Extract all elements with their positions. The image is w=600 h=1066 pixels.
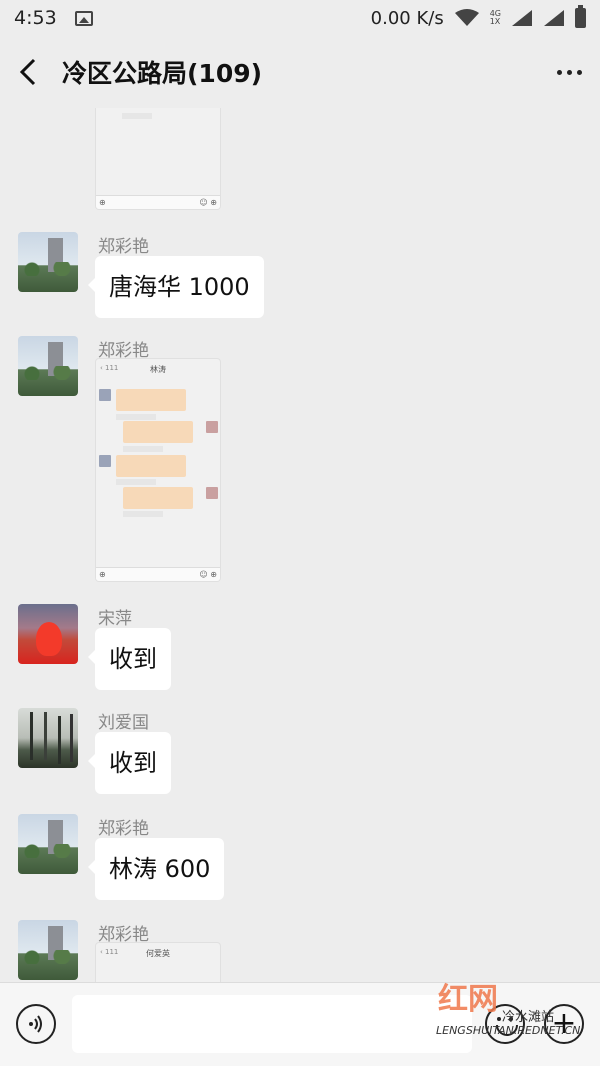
plus-icon[interactable]: + <box>544 1004 584 1044</box>
screenshot-footer: ⊕ ☺ ⊕ <box>96 567 220 581</box>
sender-name: 宋萍 <box>98 609 132 629</box>
emoji-icon[interactable] <box>485 1004 525 1044</box>
chat-message: 郑彩艳 ‹ 111 林涛 ⊕ ☺ ⊕ <box>18 336 221 582</box>
status-time: 4:53 <box>14 7 57 29</box>
message-image-partial[interactable]: ⊕ ☺ ⊕ <box>95 108 221 210</box>
chat-message: 郑彩艳 林涛 600 <box>18 814 225 900</box>
message-bubble[interactable]: 收到 <box>88 628 171 690</box>
message-input[interactable] <box>72 995 472 1053</box>
chat-message: 宋萍 收到 <box>18 604 171 690</box>
sender-avatar[interactable] <box>18 708 78 768</box>
sender-avatar[interactable] <box>18 604 78 664</box>
sender-avatar[interactable] <box>18 232 78 292</box>
chat-message: 郑彩艳 唐海华 1000 <box>18 232 264 318</box>
chat-title: 冷区公路局(109) <box>62 59 263 88</box>
chat-header: 冷区公路局(109) <box>0 36 600 108</box>
chat-message: 郑彩艳 ‹ 111 何爱英 <box>18 920 221 982</box>
signal-icon-2 <box>544 10 564 26</box>
sender-avatar[interactable] <box>18 920 78 980</box>
battery-icon <box>575 5 586 28</box>
network-type-label: 4G 1X <box>489 9 501 26</box>
voice-icon[interactable] <box>16 1004 56 1044</box>
sender-avatar[interactable] <box>18 814 78 874</box>
input-bar: + <box>0 982 600 1066</box>
network-speed: 0.00 K/s <box>370 7 444 29</box>
more-options-icon[interactable] <box>557 69 582 75</box>
sender-name: 刘爱国 <box>98 713 149 733</box>
sender-name: 郑彩艳 <box>98 819 149 839</box>
gallery-notification-icon <box>74 10 93 26</box>
message-image[interactable]: ‹ 111 何爱英 <box>95 942 221 982</box>
sender-avatar[interactable] <box>18 336 78 396</box>
screenshot-title: 何爱英 <box>146 949 170 958</box>
screenshot-title: 林涛 <box>150 365 166 374</box>
message-bubble[interactable]: 唐海华 1000 <box>88 256 264 318</box>
chat-message: 刘爱国 收到 <box>18 708 171 794</box>
message-bubble[interactable]: 收到 <box>88 732 171 794</box>
wifi-icon <box>454 9 479 26</box>
signal-icon <box>512 10 532 26</box>
sender-name: 郑彩艳 <box>98 237 149 257</box>
back-arrow-icon[interactable] <box>18 52 46 92</box>
status-bar: 4:53 0.00 K/s 4G 1X <box>0 0 600 36</box>
message-bubble[interactable]: 林涛 600 <box>87 838 225 900</box>
chat-message-list[interactable]: ⊕ ☺ ⊕ 郑彩艳 唐海华 1000 郑彩艳 ‹ 111 林涛 ⊕ ☺ ⊕ 宋萍… <box>0 108 600 982</box>
screenshot-footer: ⊕ ☺ ⊕ <box>96 195 220 209</box>
message-image[interactable]: ‹ 111 林涛 ⊕ ☺ ⊕ <box>95 358 221 582</box>
